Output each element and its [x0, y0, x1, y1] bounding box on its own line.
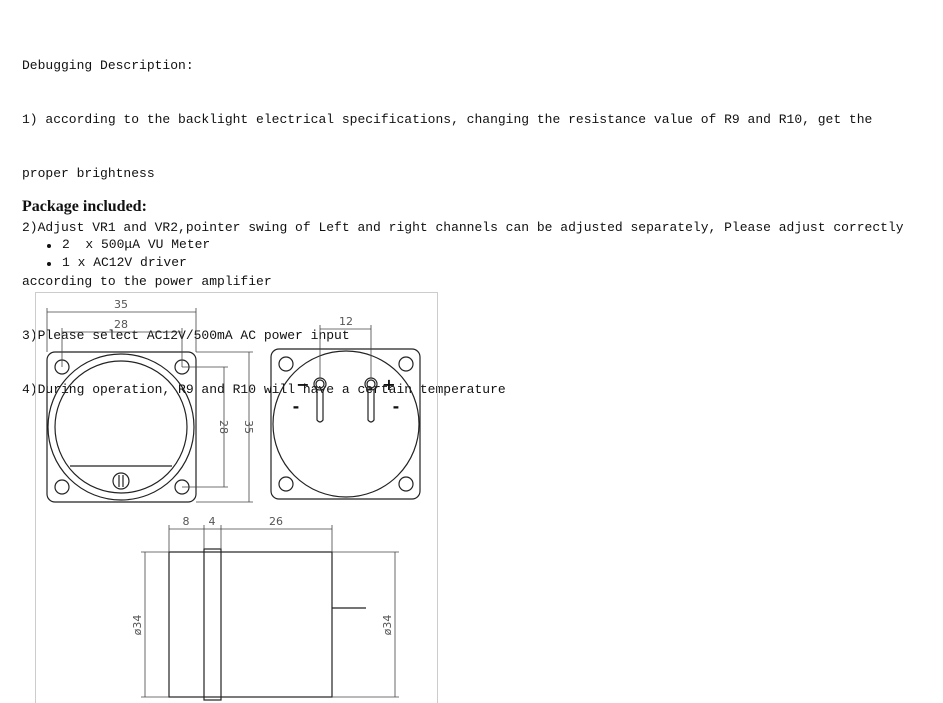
dim-height-outer: 35 [242, 420, 255, 434]
front-flange [46, 351, 197, 503]
mount-hole [398, 476, 414, 492]
dim-body-depth: 26 [269, 515, 283, 528]
sign-positive: + [382, 375, 395, 394]
dim-diameter-right: ø34 [381, 615, 394, 636]
dim-terminal-spacing: 12 [339, 315, 353, 328]
back-flange [270, 348, 421, 500]
dim-hole-spacing-h: 28 [114, 318, 128, 331]
side-view: 8 4 26 ø34 ø34 [131, 515, 399, 701]
sign-negative: − [296, 375, 309, 394]
back-view: 12 − + - - [270, 315, 421, 500]
bezel-outer [47, 353, 195, 501]
side-body [168, 551, 333, 698]
side-band [203, 548, 222, 701]
terminal-lug [367, 389, 375, 423]
sign-minus-right: - [393, 397, 400, 416]
terminal-lug [316, 389, 324, 423]
back-body [272, 350, 420, 498]
dim-hole-spacing-v: 28 [217, 420, 230, 434]
dimension-diagram: 35 28 28 35 12 − + - - 8 4 26 ø34 ø34 [35, 292, 438, 703]
mount-hole [398, 356, 414, 372]
zero-adjust-screw-icon [112, 472, 130, 490]
mount-hole [54, 479, 70, 495]
diagram-frame [35, 292, 438, 703]
dim-diameter-left: ø34 [131, 615, 144, 636]
front-view: 35 28 28 35 [46, 298, 255, 503]
dim-width-outer: 35 [114, 298, 128, 311]
sign-minus-left: - [293, 397, 300, 416]
mount-hole [278, 356, 294, 372]
dim-front-depth: 8 [183, 515, 190, 528]
dim-band-depth: 4 [209, 515, 216, 528]
mount-hole [278, 476, 294, 492]
